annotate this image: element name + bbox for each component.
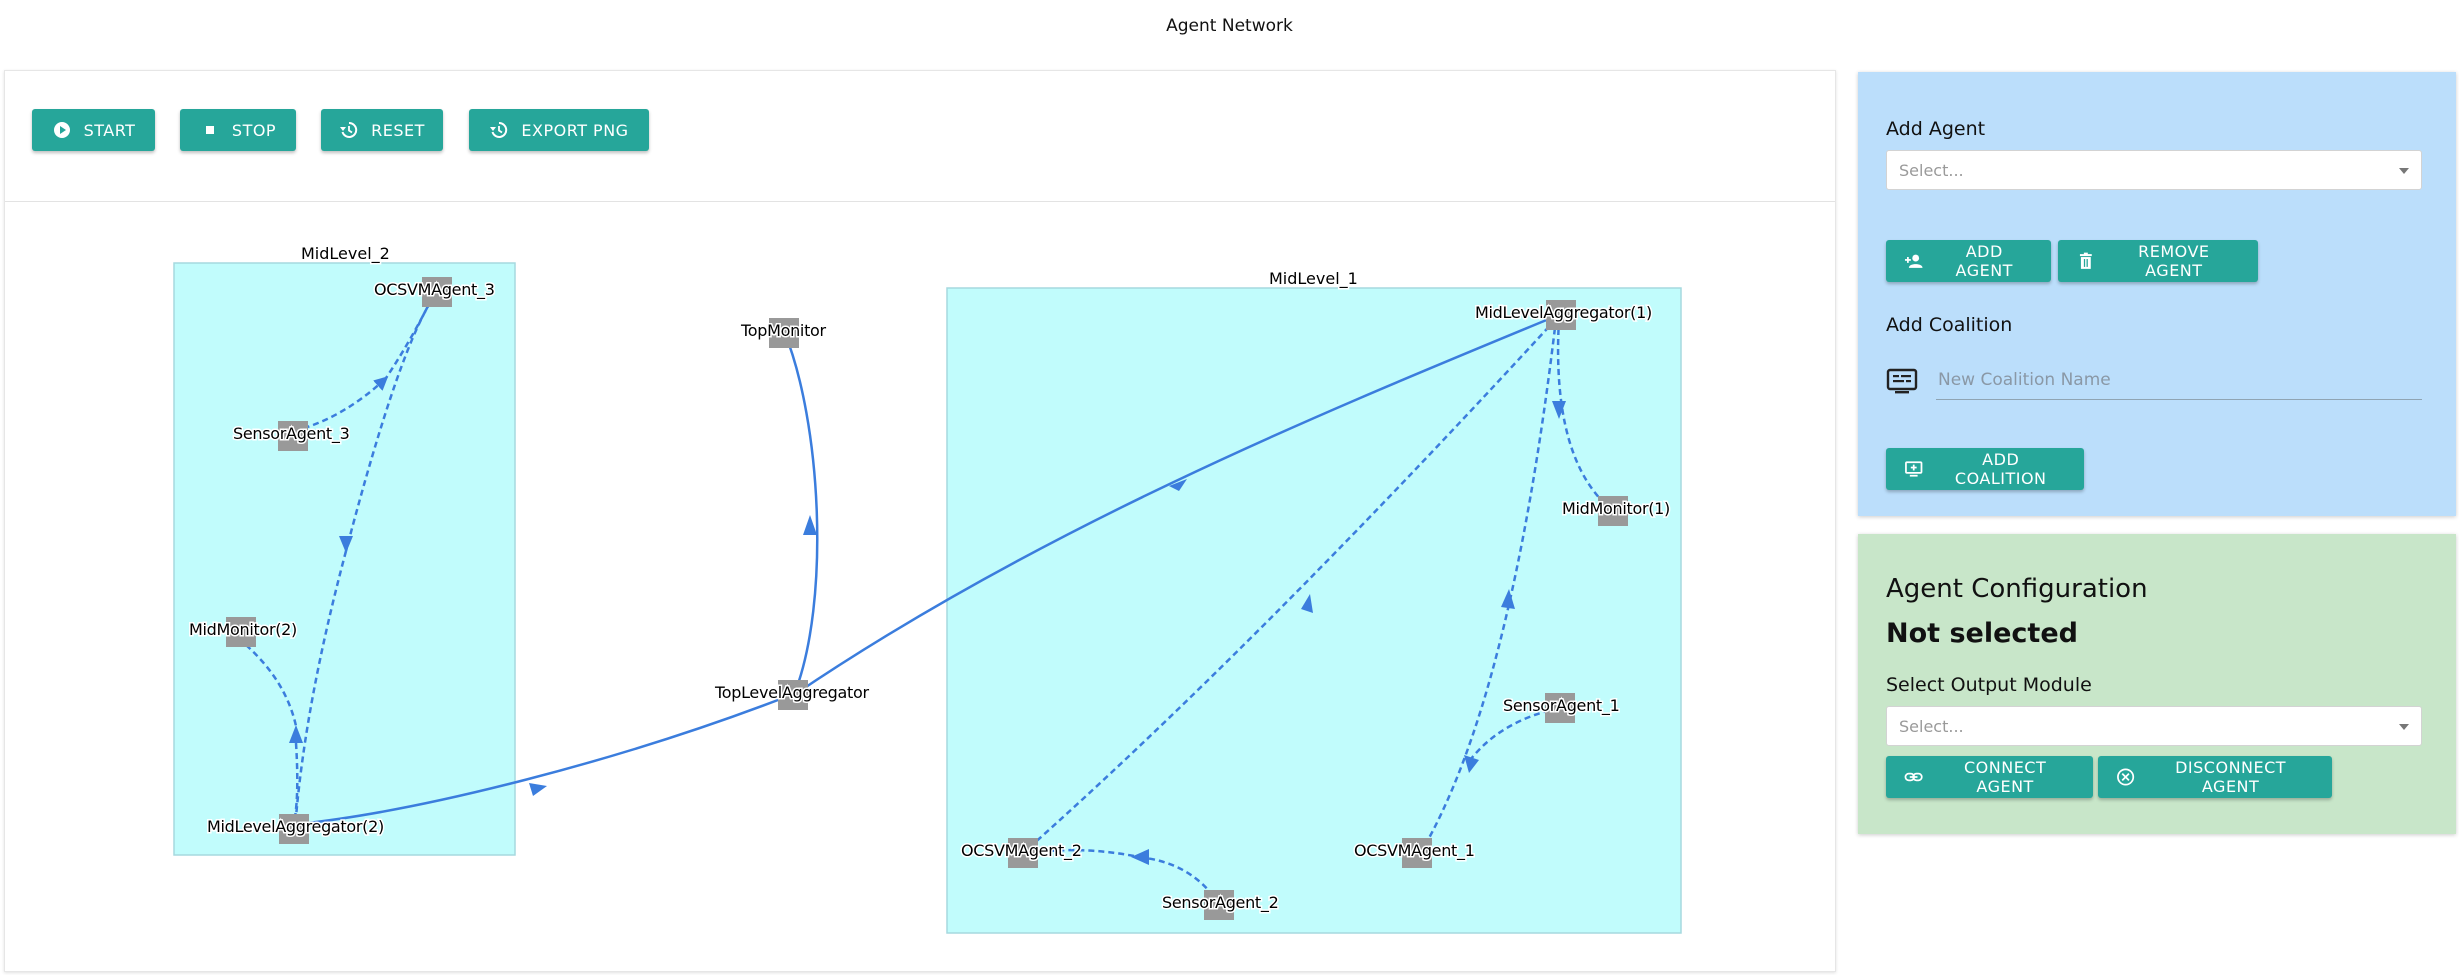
node-label-toplevelaggregator: TopLevelAggregator: [714, 683, 869, 702]
node-label-sensoragent-3: SensorAgent_3: [233, 424, 349, 444]
toolbar: START STOP RESET EXPORT PNG: [5, 71, 1835, 202]
node-label-ocsvmagent-1: OCSVMAgent_1: [1354, 841, 1475, 861]
coalition-name-input[interactable]: [1936, 360, 2422, 400]
group-midlevel-2[interactable]: [173, 262, 516, 856]
add-agent-select[interactable]: Select...: [1886, 150, 2422, 190]
page-title: Agent Network: [1166, 16, 1293, 36]
disconnect-agent-button-label: DISCONNECT AGENT: [2175, 758, 2287, 796]
add-coalition-button-label: ADD COALITION: [1954, 450, 2047, 488]
add-coalition-button[interactable]: ADD COALITION: [1886, 448, 2084, 490]
start-button[interactable]: START: [32, 109, 155, 151]
history-icon: [340, 121, 358, 138]
export-png-button-label: EXPORT PNG: [521, 120, 629, 140]
stop-button-label: STOP: [231, 120, 277, 140]
node-label-midlevelaggregator-2: MidLevelAggregator(2): [207, 817, 384, 836]
subtitles-icon: [1886, 368, 1918, 394]
group-label-midlevel-2: MidLevel_2: [301, 244, 390, 264]
link-icon: [1904, 772, 1923, 782]
node-label-ocsvmagent-2: OCSVMAgent_2: [961, 841, 1082, 861]
edge-arrowhead: [803, 515, 817, 535]
add-agent-label: Add Agent: [1886, 118, 1986, 140]
remove-agent-button-label: REMOVE AGENT: [2138, 242, 2210, 280]
group-label-midlevel-1: MidLevel_1: [1269, 269, 1358, 289]
reset-button-label: RESET: [371, 120, 425, 140]
agent-configuration-title: Agent Configuration: [1886, 574, 2148, 604]
node-label-midmonitor-2: MidMonitor(2): [189, 620, 297, 639]
agent-management-card: Add Agent Select... ADD AGENT REMOVE AGE…: [1858, 72, 2456, 516]
node-label-sensoragent-2: SensorAgent_2: [1162, 893, 1278, 913]
play-circle-icon: [53, 122, 70, 138]
remove-agent-button[interactable]: REMOVE AGENT: [2058, 240, 2258, 282]
selected-agent-status: Not selected: [1886, 618, 2078, 649]
add-agent-button-label: ADD AGENT: [1955, 242, 2013, 280]
trash-icon: [2079, 252, 2092, 269]
node-label-sensoragent-1: SensorAgent_1: [1503, 696, 1619, 716]
add-agent-button[interactable]: ADD AGENT: [1886, 240, 2051, 282]
person-add-icon: [1904, 254, 1923, 268]
stop-icon: [205, 126, 214, 134]
stop-button[interactable]: STOP: [180, 109, 296, 151]
output-module-label: Select Output Module: [1886, 674, 2092, 696]
node-label-topmonitor: TopMonitor: [740, 321, 827, 340]
disconnect-agent-button[interactable]: DISCONNECT AGENT: [2098, 756, 2332, 798]
connect-agent-button-label: CONNECT AGENT: [1963, 758, 2047, 796]
connect-agent-button[interactable]: CONNECT AGENT: [1886, 756, 2093, 798]
output-module-select[interactable]: Select...: [1886, 706, 2422, 746]
export-png-button[interactable]: EXPORT PNG: [469, 109, 649, 151]
edge-arrowhead: [529, 783, 547, 796]
cancel-circle-icon: [2117, 768, 2135, 786]
add-to-queue-icon: [1905, 461, 1923, 477]
node-label-midmonitor-1: MidMonitor(1): [1562, 499, 1670, 518]
start-button-label: START: [83, 120, 136, 140]
chevron-down-icon: [2399, 724, 2409, 730]
network-graph[interactable]: MidLevel_2 MidLevel_1 OCSVMAgent_3 Senso…: [5, 202, 1835, 971]
group-midlevel-1[interactable]: [946, 287, 1682, 934]
edge-toplevel-topmonitor: [782, 330, 819, 696]
agent-configuration-card: Agent Configuration Not selected Select …: [1858, 534, 2456, 834]
network-graph-canvas[interactable]: MidLevel_2 MidLevel_1 OCSVMAgent_3 Senso…: [5, 202, 1835, 971]
node-label-ocsvmagent-3: OCSVMAgent_3: [374, 280, 495, 300]
add-coalition-label: Add Coalition: [1886, 314, 2013, 336]
add-agent-select-placeholder: Select...: [1899, 160, 1964, 180]
network-panel: START STOP RESET EXPORT PNG MidLevel_2 M…: [4, 70, 1836, 972]
reset-button[interactable]: RESET: [321, 109, 443, 151]
chevron-down-icon: [2399, 168, 2409, 174]
node-label-midlevelaggregator-1: MidLevelAggregator(1): [1475, 303, 1652, 322]
history-icon: [490, 121, 508, 138]
output-module-select-placeholder: Select...: [1899, 716, 1964, 736]
